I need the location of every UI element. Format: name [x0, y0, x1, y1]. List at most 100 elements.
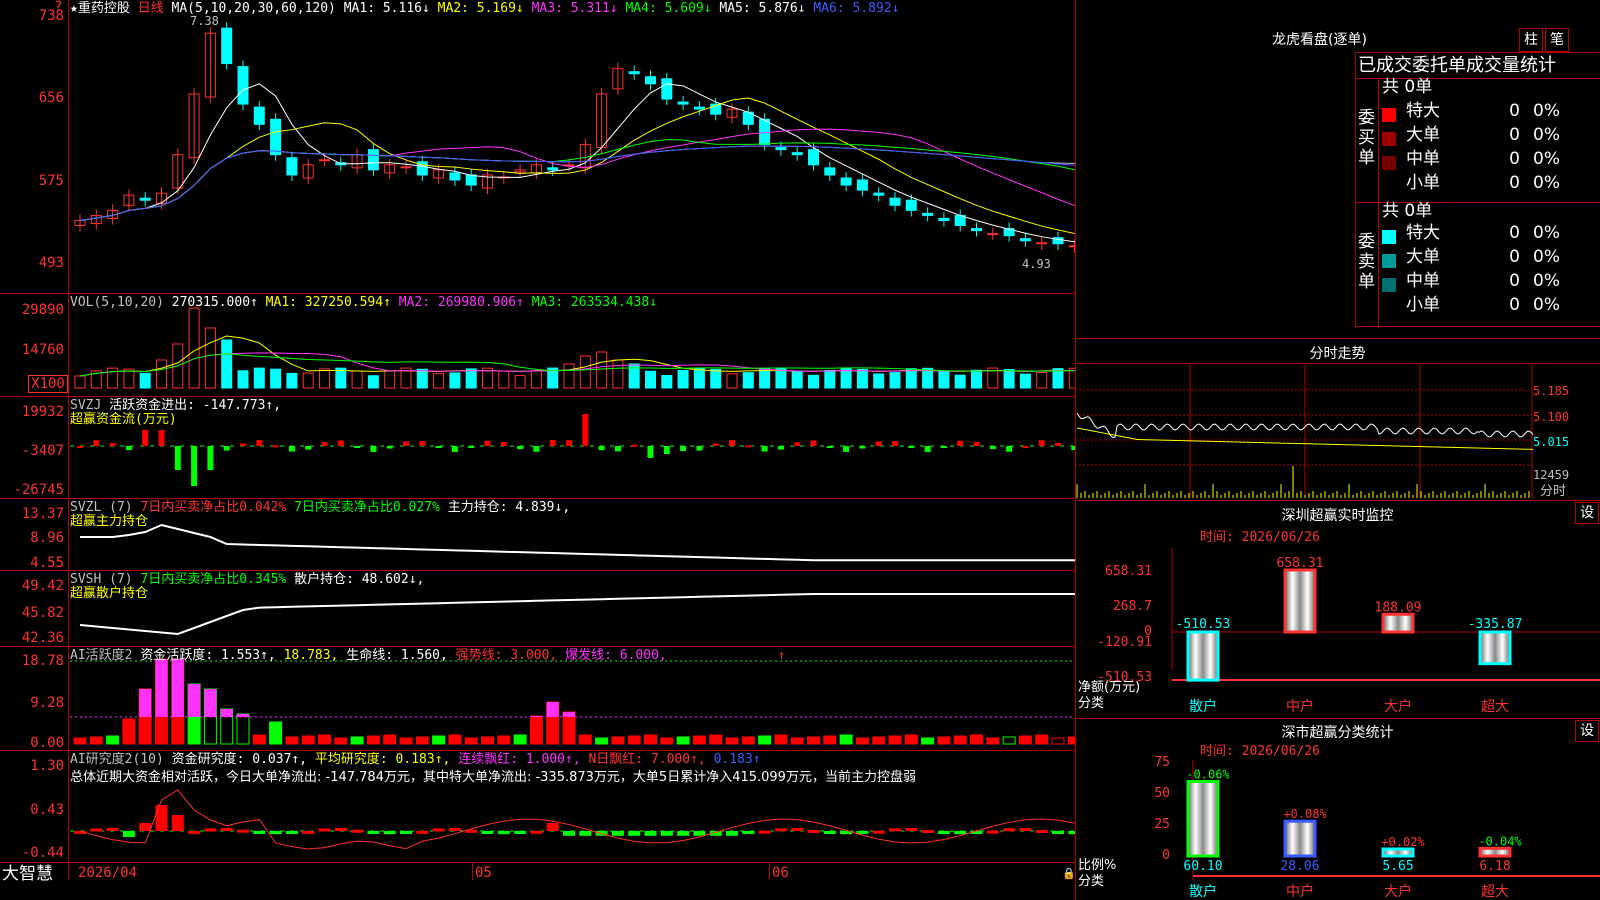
ss-change: -0.04%: [1478, 834, 1522, 848]
ai2-bar: [791, 827, 804, 831]
stock-name[interactable]: 重药控股: [78, 1, 130, 16]
favorite-star-icon[interactable]: ★: [70, 1, 78, 16]
sz-settings-button[interactable]: 设: [1575, 502, 1599, 524]
svzl-t1: 7日内买卖净占比0.042%: [140, 500, 287, 515]
volume-bar: [563, 363, 575, 389]
column-view-button[interactable]: 柱: [1519, 28, 1543, 52]
ai2-bar: [726, 831, 738, 836]
ai1-bar: [855, 737, 869, 745]
lock-icon[interactable]: 🔒: [1062, 866, 1076, 881]
ai2-bar: [807, 829, 820, 833]
volume-bar: [433, 373, 445, 389]
sell-row-pct: 0%: [1533, 223, 1560, 243]
ai2-bar: [823, 831, 836, 834]
ai2-bar: [628, 831, 641, 836]
ai1-bar: [399, 737, 413, 745]
svzj-bar: [696, 446, 703, 451]
candle-body: [889, 197, 901, 206]
ai1-bar: [790, 737, 804, 745]
svzj-bar: [354, 446, 361, 448]
ai1-bar: [888, 735, 902, 745]
sz-category: 大户: [1384, 698, 1412, 715]
ai2-bar: [155, 805, 168, 831]
sell-row-swatch: [1382, 302, 1396, 316]
candle-body: [824, 167, 836, 176]
sz-title: 深圳超赢实时监控: [1281, 508, 1394, 524]
ai2-bar: [611, 831, 624, 836]
svzj-bar: [614, 446, 621, 452]
svzj-axis-3: -26745: [13, 482, 64, 498]
volume-bar: [1036, 371, 1048, 389]
buy-row-swatch: [1382, 132, 1396, 146]
buy-row-name: 特大: [1406, 101, 1440, 121]
svzj-bar: [419, 441, 426, 446]
ai2-bar: [481, 831, 494, 834]
svzj-bar: [582, 414, 589, 446]
sz-axis-2: 268.7: [1112, 599, 1152, 614]
tick-view-button[interactable]: 笔: [1545, 28, 1569, 52]
ai2-bar: [253, 831, 266, 834]
buy-row-pct: 0%: [1533, 101, 1560, 121]
sell-row-pct: 0%: [1533, 295, 1560, 315]
ai2-bar: [546, 823, 559, 831]
sell-row-swatch: [1382, 254, 1396, 268]
buy-row-pct: 0%: [1533, 149, 1560, 169]
ai1-bar-top: [155, 659, 168, 717]
period-label[interactable]: 日线: [138, 1, 164, 16]
candle-body: [286, 157, 298, 176]
lhb-left-border: [1355, 52, 1356, 328]
ss-change: -0.06%: [1186, 767, 1230, 781]
ai2-bar: [872, 830, 885, 834]
main-chart-canvas[interactable]: ↑: [0, 0, 1075, 880]
svzj-bar: [1055, 442, 1061, 446]
buy-row-pct: 0%: [1533, 173, 1560, 193]
ai2-bar: [1003, 828, 1016, 832]
candle-body: [922, 212, 934, 216]
ai2-bar: [660, 831, 673, 836]
vol-unit-button[interactable]: X100: [28, 375, 68, 393]
ma5-value: MA5: 5.876↓: [719, 1, 806, 16]
candle-body: [661, 78, 673, 100]
ai2-bar: [204, 828, 217, 832]
svzj-bar: [533, 446, 540, 452]
sz-bar: [1186, 630, 1220, 682]
ss-category: 散户: [1189, 883, 1217, 900]
svzj-bar: [305, 446, 312, 450]
volume-bar: [596, 351, 608, 389]
brand-logo[interactable]: 大智慧: [2, 864, 53, 884]
ai1-bar: [285, 736, 299, 745]
ai2-bar: [497, 831, 510, 835]
volume-bar: [971, 369, 982, 389]
volume-bar: [661, 374, 673, 389]
ss-title: 深市超赢分类统计: [1281, 725, 1394, 741]
fs-price-line: [1076, 412, 1534, 439]
ai1-bar: [627, 735, 641, 745]
ai2-bar: [237, 829, 249, 833]
fs-axis-2: 5.100: [1533, 410, 1570, 424]
ai2-t4: N日飘红: 7.000↑,: [588, 752, 706, 767]
ss-settings-button[interactable]: 设: [1575, 720, 1599, 742]
ss-value: 60.10: [1183, 859, 1222, 874]
ai1-bar: [464, 737, 478, 745]
ai2-bar: [563, 831, 575, 836]
ai2-bar: [334, 827, 347, 831]
ai1-bar: [872, 736, 886, 745]
candle-body: [221, 27, 233, 65]
buy-row-val: 0: [1509, 125, 1520, 145]
fs-axis-1: 5.185: [1533, 384, 1570, 398]
ai1-bar: [595, 737, 609, 745]
svzj-bar: [500, 441, 507, 446]
ai1-bar: [644, 734, 657, 745]
ss-change: +0.08%: [1283, 807, 1327, 821]
ai1-t3: 生命线: 1.560,: [346, 648, 448, 663]
ai2-bar: [416, 830, 429, 834]
volume-bar: [612, 359, 624, 389]
sell-row-pct: 0%: [1533, 247, 1560, 267]
volume-bar: [922, 367, 934, 389]
ai2-bar: [1019, 828, 1032, 832]
ai1-bar-top: [530, 716, 543, 717]
svsh-header: SVSH (7) 7日内买卖净占比0.345% 散户持仓: 48.602↓,: [70, 572, 424, 587]
ai1-bar: [904, 734, 918, 745]
ai1-bar: [252, 734, 266, 745]
fs-unit: 分时: [1540, 484, 1567, 499]
